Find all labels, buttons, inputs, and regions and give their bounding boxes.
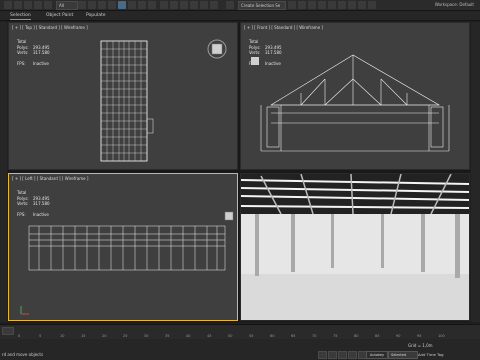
rotate-icon[interactable] bbox=[128, 1, 136, 9]
command-panel-strip[interactable] bbox=[471, 22, 480, 322]
world-axis-icon bbox=[20, 306, 29, 315]
tick-label: 65 bbox=[291, 334, 296, 338]
schematic-view-icon[interactable] bbox=[328, 1, 336, 9]
go-to-start-icon[interactable] bbox=[318, 351, 327, 359]
workspace-selector[interactable]: Workspace: Default bbox=[435, 1, 474, 9]
bind-spacewarp-icon[interactable] bbox=[44, 1, 52, 9]
viewcube-top-icon[interactable] bbox=[9, 23, 238, 170]
autokey-button[interactable]: Autokey bbox=[366, 351, 388, 359]
mirror-icon[interactable] bbox=[288, 1, 296, 9]
key-filter-dropdown[interactable]: Selected bbox=[388, 351, 418, 359]
selection-filter-dropdown[interactable]: All bbox=[56, 1, 78, 10]
tick-label: 75 bbox=[333, 334, 338, 338]
reference-coordinate-icon[interactable] bbox=[160, 1, 168, 9]
tick-label: 30 bbox=[144, 334, 149, 338]
play-icon[interactable] bbox=[338, 351, 347, 359]
prompt-line: rd and move objects bbox=[2, 352, 44, 357]
perspective-render bbox=[241, 174, 469, 320]
tab-populate[interactable]: Populate bbox=[86, 12, 106, 19]
align-icon[interactable] bbox=[298, 1, 306, 9]
tick-label: 55 bbox=[249, 334, 254, 338]
tick-label: 40 bbox=[186, 334, 191, 338]
status-bar: rd and move objects Grid = 1,0m Autokey … bbox=[0, 339, 480, 360]
key-filter-label: Selected bbox=[391, 353, 407, 357]
tick-label: 85 bbox=[375, 334, 380, 338]
edit-named-selection-icon[interactable] bbox=[226, 1, 234, 9]
create-selection-set-label: Create Selection Se bbox=[241, 3, 281, 8]
tick-label: 10 bbox=[60, 334, 65, 338]
timeline-ruler[interactable]: 0 5 10 15 20 25 30 35 40 45 50 55 60 65 … bbox=[0, 324, 480, 339]
tick-label: 15 bbox=[81, 334, 86, 338]
curve-editor-icon[interactable] bbox=[318, 1, 326, 9]
create-selection-set-dropdown[interactable]: Create Selection Se bbox=[238, 1, 286, 10]
tick-label: 0 bbox=[18, 334, 21, 338]
snaps-toggle-icon[interactable] bbox=[180, 1, 188, 9]
window-crossing-icon[interactable] bbox=[108, 1, 116, 9]
render-frame-icon[interactable] bbox=[358, 1, 366, 9]
tick-label: 20 bbox=[102, 334, 107, 338]
next-frame-icon[interactable] bbox=[348, 351, 357, 359]
workspace-label: Workspace: Default bbox=[434, 2, 474, 7]
tick-label: 100 bbox=[438, 334, 445, 338]
link-icon[interactable] bbox=[24, 1, 32, 9]
main-toolbar: All Create Selection Se Workspace: Defau… bbox=[0, 0, 480, 11]
viewcube-front-icon[interactable] bbox=[241, 23, 470, 170]
scale-icon[interactable] bbox=[138, 1, 146, 9]
redo-icon[interactable] bbox=[14, 1, 22, 9]
ribbon-tabs: Selection Object Paint Populate bbox=[0, 11, 480, 21]
tick-label: 90 bbox=[396, 334, 401, 338]
tick-label: 50 bbox=[228, 334, 233, 338]
angle-snap-icon[interactable] bbox=[190, 1, 198, 9]
tab-selection[interactable]: Selection bbox=[10, 12, 31, 20]
selection-filter-label: All bbox=[59, 3, 64, 8]
tick-label: 70 bbox=[312, 334, 317, 338]
tab-object-paint[interactable]: Object Paint bbox=[46, 12, 73, 19]
tick-label: 95 bbox=[417, 334, 422, 338]
viewport-left[interactable]: [ + ] [ Left ] [ Standard ] [ Wireframe … bbox=[8, 173, 238, 321]
pivot-center-icon[interactable] bbox=[170, 1, 178, 9]
place-icon[interactable] bbox=[148, 1, 156, 9]
tick-label: 80 bbox=[354, 334, 359, 338]
viewport-layout-strip[interactable] bbox=[0, 22, 7, 322]
grid-size: Grid = 1,0m bbox=[408, 343, 433, 348]
layer-explorer-icon[interactable] bbox=[308, 1, 316, 9]
unlink-icon[interactable] bbox=[34, 1, 42, 9]
undo-icon[interactable] bbox=[4, 1, 12, 9]
viewport-front[interactable]: [ + ] [ Front ] [ Standard ] [ Wireframe… bbox=[240, 22, 470, 170]
viewport-perspective[interactable] bbox=[240, 173, 470, 321]
time-slider-handle[interactable] bbox=[2, 327, 14, 335]
tick-label: 5 bbox=[39, 334, 42, 338]
material-editor-icon[interactable] bbox=[338, 1, 346, 9]
percent-snap-icon[interactable] bbox=[200, 1, 208, 9]
select-object-icon[interactable] bbox=[78, 1, 86, 9]
viewport-area: [ + ] [ Top ] [ Standard ] [ Wireframe ]… bbox=[8, 22, 470, 322]
render-teapot-icon[interactable] bbox=[368, 1, 376, 9]
render-setup-icon[interactable] bbox=[348, 1, 356, 9]
tick-label: 25 bbox=[123, 334, 128, 338]
tick-label: 45 bbox=[207, 334, 212, 338]
previous-frame-icon[interactable] bbox=[328, 351, 337, 359]
viewport-top[interactable]: [ + ] [ Top ] [ Standard ] [ Wireframe ]… bbox=[8, 22, 238, 170]
tick-label: 60 bbox=[270, 334, 275, 338]
select-by-name-icon[interactable] bbox=[88, 1, 96, 9]
rectangle-selection-icon[interactable] bbox=[98, 1, 106, 9]
tick-label: 35 bbox=[165, 334, 170, 338]
autokey-label: Autokey bbox=[369, 353, 385, 357]
spinner-snap-icon[interactable] bbox=[210, 1, 218, 9]
move-icon[interactable] bbox=[118, 1, 126, 9]
add-time-tag[interactable]: Add Time Tag bbox=[418, 352, 443, 357]
